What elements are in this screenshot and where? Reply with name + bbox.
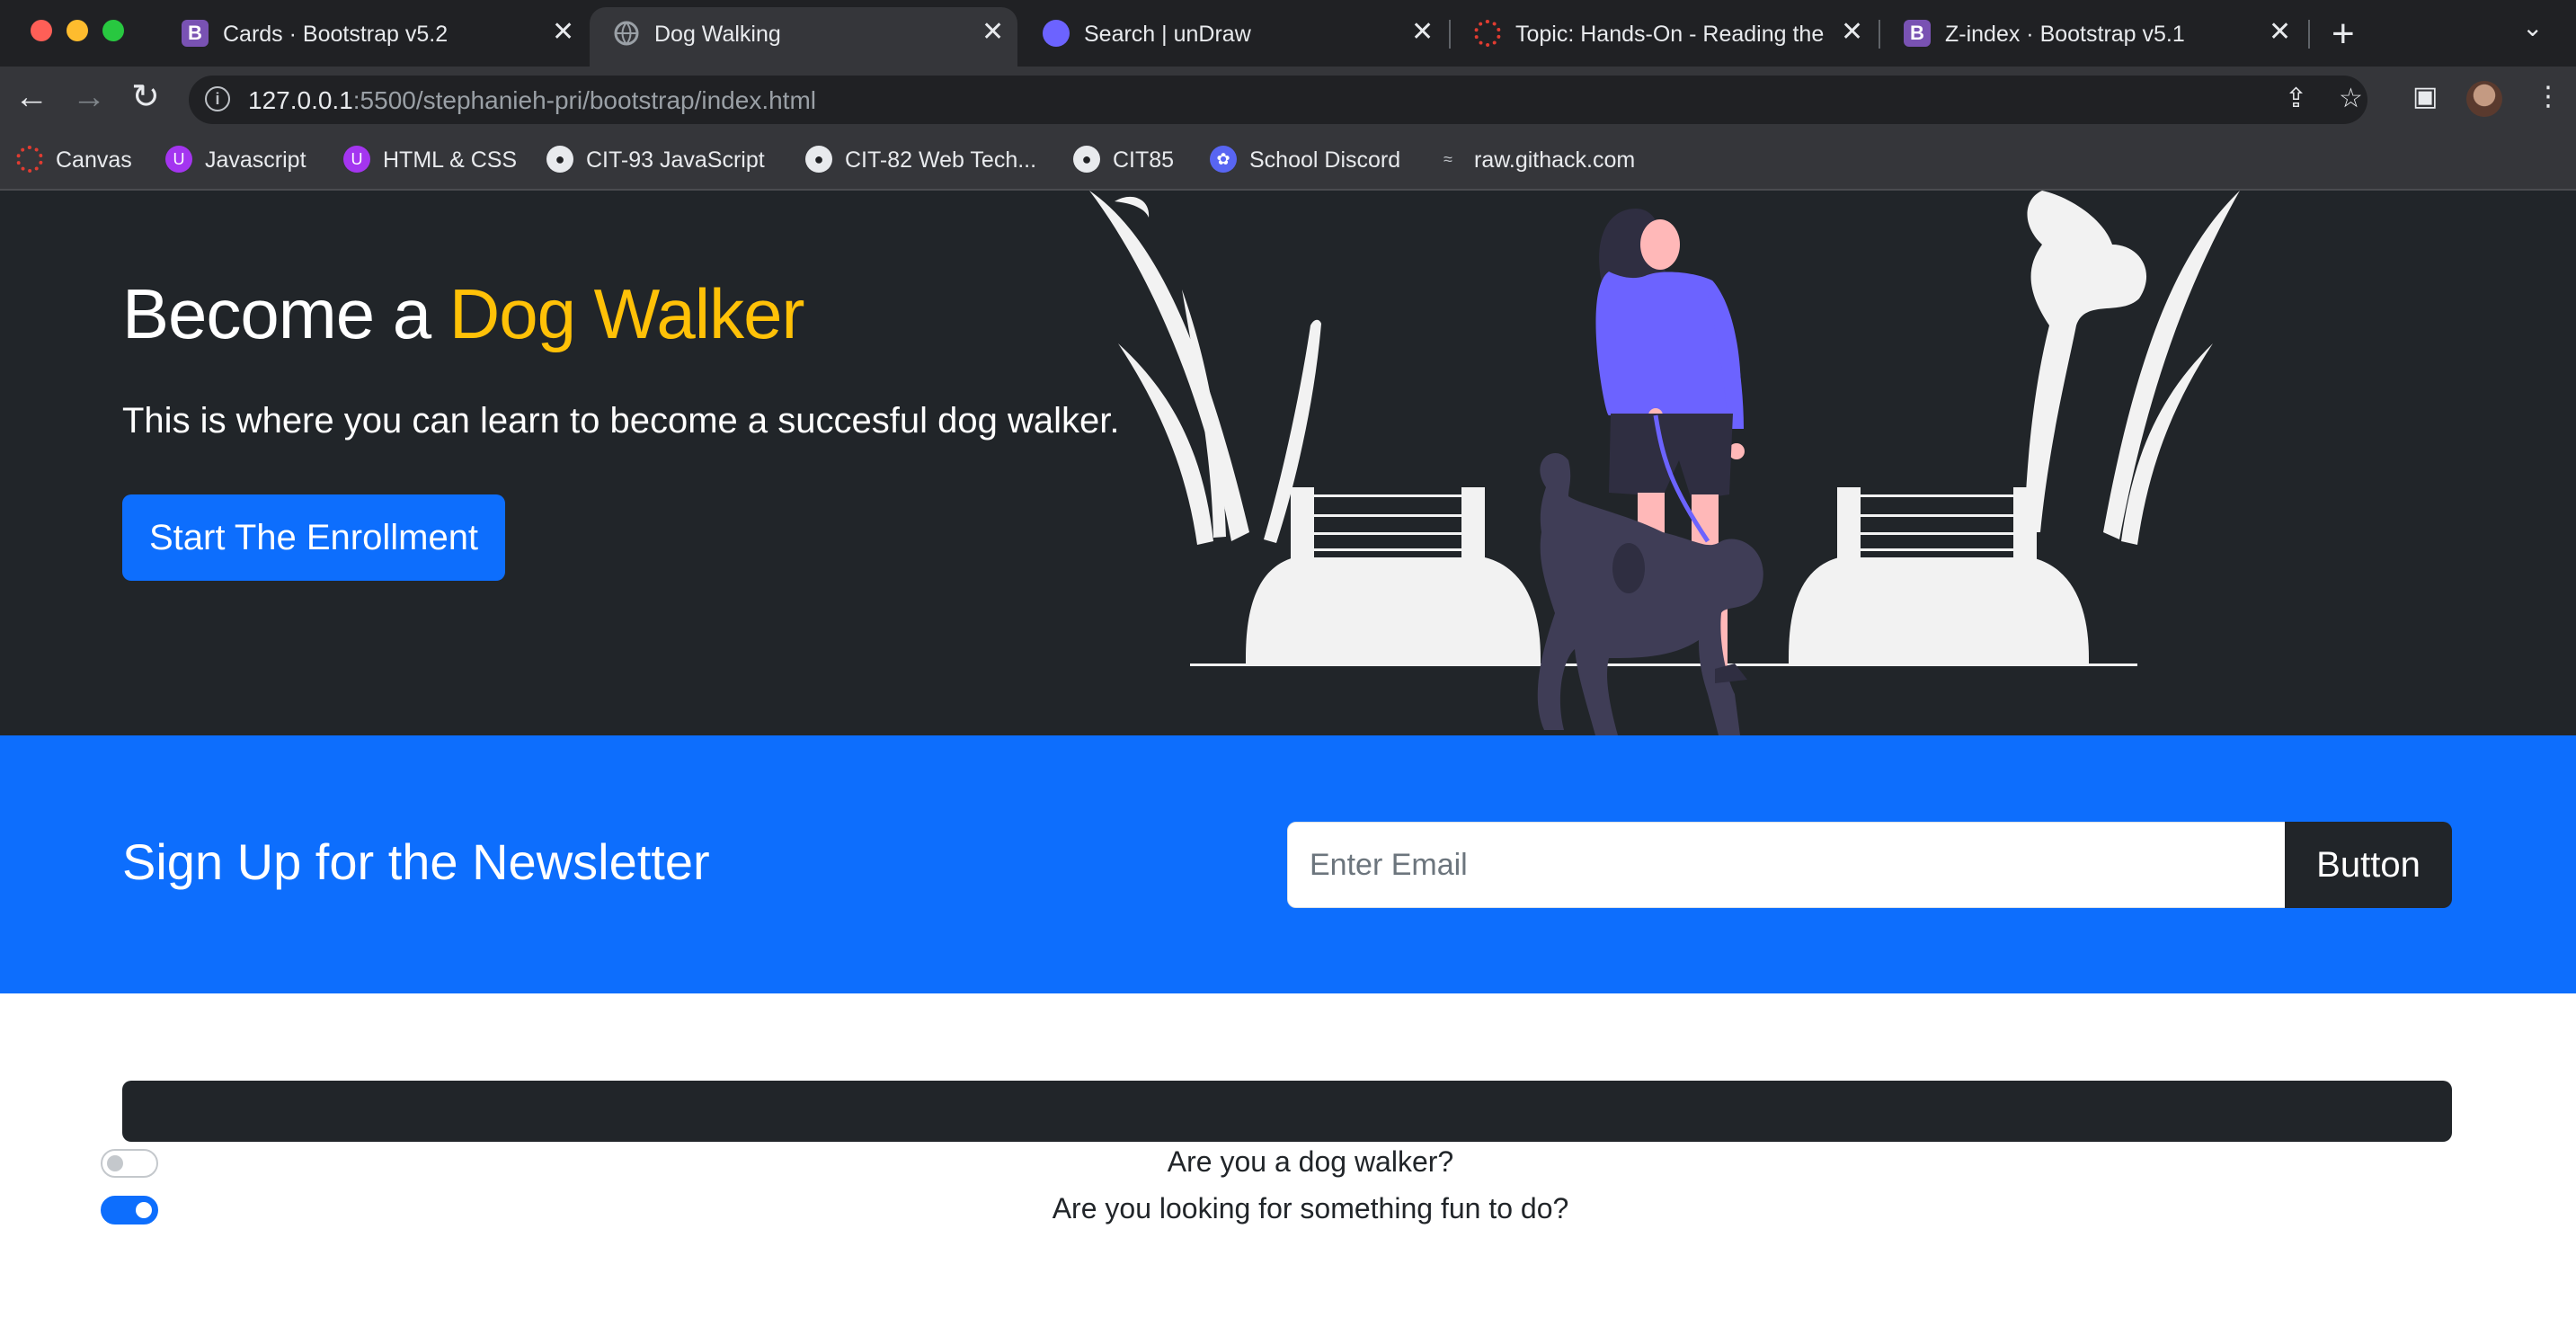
canvas-icon bbox=[1474, 20, 1501, 47]
browser-tab-bar: B Cards · Bootstrap v5.2 ✕ Dog Walking ✕… bbox=[0, 0, 2576, 67]
hero-title: Become a Dog Walker bbox=[122, 274, 804, 353]
tab-title: Z-index · Bootstrap v5.1 bbox=[1945, 22, 2185, 47]
tab-title: Cards · Bootstrap v5.2 bbox=[223, 22, 449, 47]
toggle-knob bbox=[107, 1155, 123, 1171]
github-icon: ● bbox=[546, 146, 573, 174]
toggle-knob bbox=[136, 1202, 152, 1218]
new-tab-plus-icon[interactable]: + bbox=[2332, 7, 2355, 61]
start-enrollment-button[interactable]: Start The Enrollment bbox=[122, 494, 505, 581]
bookmark-item[interactable]: ≈ raw.githack.com bbox=[1435, 144, 1635, 176]
dog-walker-question-label: Are you a dog walker? bbox=[1167, 1145, 1454, 1178]
globe-icon bbox=[613, 20, 640, 47]
newsletter-submit-button[interactable]: Button bbox=[2285, 822, 2452, 908]
github-icon: ● bbox=[1073, 146, 1100, 174]
address-bar[interactable]: i 127.0.0.1:5500/stephanieh-pri/bootstra… bbox=[189, 76, 2367, 124]
bookmarks-bar: Canvas U Javascript U HTML & CSS ● CIT-93 J… bbox=[0, 131, 2576, 191]
window-close-button[interactable] bbox=[31, 20, 52, 41]
side-panel-icon[interactable]: ▣ bbox=[2412, 81, 2438, 112]
reload-icon[interactable]: ↻ bbox=[131, 77, 160, 117]
undraw-icon bbox=[1043, 20, 1070, 47]
close-icon[interactable]: ✕ bbox=[552, 16, 574, 48]
dog-walking-illustration bbox=[1089, 191, 2240, 735]
address-url[interactable]: 127.0.0.1:5500/stephanieh-pri/bootstrap/… bbox=[248, 86, 816, 115]
newsletter-title: Sign Up for the Newsletter bbox=[122, 833, 710, 890]
bookmark-item[interactable]: U HTML & CSS bbox=[343, 144, 517, 176]
back-arrow-icon[interactable]: ← bbox=[14, 77, 49, 117]
dark-bar bbox=[122, 1081, 2452, 1142]
dog-walker-toggle[interactable] bbox=[101, 1149, 158, 1178]
browser-menu-icon[interactable]: ⋮ bbox=[2535, 81, 2562, 112]
fun-activity-question-label: Are you looking for something fun to do? bbox=[1052, 1192, 1569, 1224]
profile-avatar[interactable] bbox=[2466, 81, 2502, 117]
bookmark-item[interactable]: ● CIT-82 Web Tech... bbox=[805, 144, 1036, 176]
bookmark-item[interactable]: U Javascript bbox=[165, 144, 306, 176]
tab-title: Dog Walking bbox=[654, 22, 781, 47]
email-input[interactable] bbox=[1287, 822, 2287, 908]
bookmark-item[interactable]: Canvas bbox=[16, 144, 132, 176]
share-icon[interactable]: ⇪ bbox=[2285, 83, 2307, 114]
close-icon[interactable]: ✕ bbox=[982, 16, 1004, 48]
site-info-icon[interactable]: i bbox=[205, 86, 230, 111]
github-icon: ● bbox=[805, 146, 832, 174]
bootstrap-icon: B bbox=[1904, 20, 1931, 47]
browser-tab[interactable]: Topic: Hands-On - Reading the ✕ bbox=[1451, 7, 1879, 67]
window-maximize-button[interactable] bbox=[102, 20, 124, 41]
newsletter-section: Sign Up for the Newsletter Button bbox=[0, 735, 2576, 993]
tab-title: Search | unDraw bbox=[1084, 22, 1251, 47]
browser-tab[interactable]: B Cards · Bootstrap v5.2 ✕ bbox=[158, 7, 588, 67]
browser-tab[interactable]: B Z-index · Bootstrap v5.1 ✕ bbox=[1880, 7, 2308, 67]
forward-arrow-icon[interactable]: → bbox=[72, 77, 106, 117]
tab-title: Topic: Hands-On - Reading the bbox=[1515, 22, 1825, 47]
bookmark-item[interactable]: ● CIT85 bbox=[1073, 144, 1174, 176]
bookmark-item[interactable]: ● CIT-93 JavaScript bbox=[546, 144, 765, 176]
close-icon[interactable]: ✕ bbox=[1841, 16, 1863, 48]
bookmark-item[interactable]: ✿ School Discord bbox=[1210, 144, 1400, 176]
browser-tab[interactable]: Search | unDraw ✕ bbox=[1019, 7, 1447, 67]
bootstrap-icon: B bbox=[182, 20, 209, 47]
canvas-icon bbox=[16, 146, 43, 174]
window-minimize-button[interactable] bbox=[67, 20, 88, 41]
fun-activity-toggle[interactable] bbox=[101, 1196, 158, 1224]
udemy-icon: U bbox=[343, 146, 370, 174]
close-icon[interactable]: ✕ bbox=[2269, 16, 2291, 48]
tab-search-chevron-icon[interactable]: ⌄ bbox=[2522, 13, 2543, 42]
hero-section: Become a Dog Walker This is where you ca… bbox=[0, 191, 2576, 735]
discord-icon: ✿ bbox=[1210, 146, 1237, 174]
bookmark-star-icon[interactable]: ☆ bbox=[2339, 83, 2363, 114]
close-icon[interactable]: ✕ bbox=[1411, 16, 1434, 48]
hero-subtitle: This is where you can learn to become a … bbox=[122, 401, 1120, 441]
browser-tab-active[interactable]: Dog Walking ✕ bbox=[590, 7, 1017, 67]
githack-icon: ≈ bbox=[1443, 150, 1452, 169]
tab-separator bbox=[2308, 20, 2310, 49]
udemy-icon: U bbox=[165, 146, 192, 174]
